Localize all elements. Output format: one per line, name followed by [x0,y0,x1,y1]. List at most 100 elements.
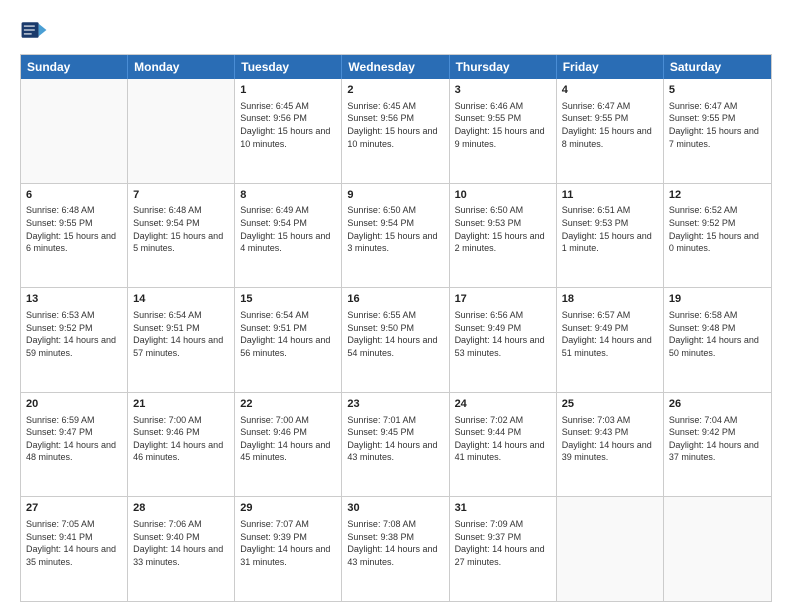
empty-cell [557,497,664,601]
day-cell-23: 23 Sunrise: 7:01 AM Sunset: 9:45 PM Dayli… [342,393,449,497]
day-info: Sunrise: 6:45 AM Sunset: 9:56 PM Dayligh… [240,100,336,150]
day-info: Sunrise: 6:50 AM Sunset: 9:53 PM Dayligh… [455,204,551,254]
day-info: Sunrise: 7:00 AM Sunset: 9:46 PM Dayligh… [240,414,336,464]
day-cell-21: 21 Sunrise: 7:00 AM Sunset: 9:46 PM Dayli… [128,393,235,497]
header-day-thursday: Thursday [450,55,557,79]
day-cell-28: 28 Sunrise: 7:06 AM Sunset: 9:40 PM Dayli… [128,497,235,601]
day-number: 26 [669,397,766,412]
day-info: Sunrise: 6:48 AM Sunset: 9:54 PM Dayligh… [133,204,229,254]
day-number: 22 [240,397,336,412]
day-number: 16 [347,292,443,307]
day-cell-1: 1 Sunrise: 6:45 AM Sunset: 9:56 PM Daylig… [235,79,342,183]
day-number: 11 [562,188,658,203]
day-number: 14 [133,292,229,307]
day-number: 27 [26,501,122,516]
day-info: Sunrise: 6:52 AM Sunset: 9:52 PM Dayligh… [669,204,766,254]
day-number: 21 [133,397,229,412]
day-cell-30: 30 Sunrise: 7:08 AM Sunset: 9:38 PM Dayli… [342,497,449,601]
day-info: Sunrise: 6:46 AM Sunset: 9:55 PM Dayligh… [455,100,551,150]
header-day-tuesday: Tuesday [235,55,342,79]
day-cell-19: 19 Sunrise: 6:58 AM Sunset: 9:48 PM Dayli… [664,288,771,392]
calendar-row-5: 27 Sunrise: 7:05 AM Sunset: 9:41 PM Dayli… [21,496,771,601]
day-cell-13: 13 Sunrise: 6:53 AM Sunset: 9:52 PM Dayli… [21,288,128,392]
day-cell-24: 24 Sunrise: 7:02 AM Sunset: 9:44 PM Dayli… [450,393,557,497]
day-info: Sunrise: 7:08 AM Sunset: 9:38 PM Dayligh… [347,518,443,568]
header-day-saturday: Saturday [664,55,771,79]
day-info: Sunrise: 6:51 AM Sunset: 9:53 PM Dayligh… [562,204,658,254]
day-number: 4 [562,83,658,98]
day-info: Sunrise: 6:59 AM Sunset: 9:47 PM Dayligh… [26,414,122,464]
day-number: 12 [669,188,766,203]
day-info: Sunrise: 7:06 AM Sunset: 9:40 PM Dayligh… [133,518,229,568]
day-info: Sunrise: 6:58 AM Sunset: 9:48 PM Dayligh… [669,309,766,359]
day-info: Sunrise: 6:57 AM Sunset: 9:49 PM Dayligh… [562,309,658,359]
day-info: Sunrise: 7:02 AM Sunset: 9:44 PM Dayligh… [455,414,551,464]
day-info: Sunrise: 6:50 AM Sunset: 9:54 PM Dayligh… [347,204,443,254]
calendar-header: SundayMondayTuesdayWednesdayThursdayFrid… [21,55,771,79]
logo-icon [20,16,48,44]
day-number: 15 [240,292,336,307]
day-number: 23 [347,397,443,412]
day-info: Sunrise: 7:04 AM Sunset: 9:42 PM Dayligh… [669,414,766,464]
day-cell-25: 25 Sunrise: 7:03 AM Sunset: 9:43 PM Dayli… [557,393,664,497]
day-number: 28 [133,501,229,516]
day-info: Sunrise: 6:56 AM Sunset: 9:49 PM Dayligh… [455,309,551,359]
day-info: Sunrise: 7:03 AM Sunset: 9:43 PM Dayligh… [562,414,658,464]
day-cell-8: 8Sunrise: 6:49 AM Sunset: 9:54 PM Daylig… [235,184,342,288]
day-number: 18 [562,292,658,307]
header-day-friday: Friday [557,55,664,79]
day-cell-4: 4 Sunrise: 6:47 AM Sunset: 9:55 PM Daylig… [557,79,664,183]
day-cell-10: 10Sunrise: 6:50 AM Sunset: 9:53 PM Dayli… [450,184,557,288]
day-number: 25 [562,397,658,412]
header-day-sunday: Sunday [21,55,128,79]
day-number: 8 [240,188,336,203]
empty-cell [128,79,235,183]
day-info: Sunrise: 6:54 AM Sunset: 9:51 PM Dayligh… [240,309,336,359]
day-cell-17: 17Sunrise: 6:56 AM Sunset: 9:49 PM Dayli… [450,288,557,392]
day-cell-5: 5 Sunrise: 6:47 AM Sunset: 9:55 PM Daylig… [664,79,771,183]
day-cell-9: 9Sunrise: 6:50 AM Sunset: 9:54 PM Daylig… [342,184,449,288]
day-info: Sunrise: 7:00 AM Sunset: 9:46 PM Dayligh… [133,414,229,464]
day-number: 10 [455,188,551,203]
day-number: 3 [455,83,551,98]
day-info: Sunrise: 6:54 AM Sunset: 9:51 PM Dayligh… [133,309,229,359]
day-cell-31: 31Sunrise: 7:09 AM Sunset: 9:37 PM Dayli… [450,497,557,601]
calendar: SundayMondayTuesdayWednesdayThursdayFrid… [20,54,772,602]
day-cell-16: 16 Sunrise: 6:55 AM Sunset: 9:50 PM Dayli… [342,288,449,392]
day-info: Sunrise: 6:47 AM Sunset: 9:55 PM Dayligh… [669,100,766,150]
day-cell-7: 7Sunrise: 6:48 AM Sunset: 9:54 PM Daylig… [128,184,235,288]
calendar-row-2: 6Sunrise: 6:48 AM Sunset: 9:55 PM Daylig… [21,183,771,288]
day-number: 2 [347,83,443,98]
day-info: Sunrise: 7:05 AM Sunset: 9:41 PM Dayligh… [26,518,122,568]
empty-cell [664,497,771,601]
page-header [20,16,772,44]
logo [20,16,52,44]
day-info: Sunrise: 7:07 AM Sunset: 9:39 PM Dayligh… [240,518,336,568]
day-cell-18: 18 Sunrise: 6:57 AM Sunset: 9:49 PM Dayli… [557,288,664,392]
day-cell-29: 29 Sunrise: 7:07 AM Sunset: 9:39 PM Dayli… [235,497,342,601]
day-info: Sunrise: 6:47 AM Sunset: 9:55 PM Dayligh… [562,100,658,150]
calendar-row-1: 1 Sunrise: 6:45 AM Sunset: 9:56 PM Daylig… [21,79,771,183]
day-cell-15: 15 Sunrise: 6:54 AM Sunset: 9:51 PM Dayli… [235,288,342,392]
day-info: Sunrise: 7:01 AM Sunset: 9:45 PM Dayligh… [347,414,443,464]
day-cell-2: 2 Sunrise: 6:45 AM Sunset: 9:56 PM Daylig… [342,79,449,183]
calendar-row-4: 20Sunrise: 6:59 AM Sunset: 9:47 PM Dayli… [21,392,771,497]
day-info: Sunrise: 6:53 AM Sunset: 9:52 PM Dayligh… [26,309,122,359]
header-day-monday: Monday [128,55,235,79]
day-info: Sunrise: 6:49 AM Sunset: 9:54 PM Dayligh… [240,204,336,254]
day-cell-14: 14 Sunrise: 6:54 AM Sunset: 9:51 PM Dayli… [128,288,235,392]
day-info: Sunrise: 6:45 AM Sunset: 9:56 PM Dayligh… [347,100,443,150]
day-number: 30 [347,501,443,516]
day-number: 19 [669,292,766,307]
calendar-row-3: 13 Sunrise: 6:53 AM Sunset: 9:52 PM Dayli… [21,287,771,392]
day-cell-27: 27 Sunrise: 7:05 AM Sunset: 9:41 PM Dayli… [21,497,128,601]
day-number: 24 [455,397,551,412]
day-info: Sunrise: 6:55 AM Sunset: 9:50 PM Dayligh… [347,309,443,359]
day-number: 1 [240,83,336,98]
day-cell-3: 3 Sunrise: 6:46 AM Sunset: 9:55 PM Daylig… [450,79,557,183]
day-cell-11: 11Sunrise: 6:51 AM Sunset: 9:53 PM Dayli… [557,184,664,288]
day-number: 5 [669,83,766,98]
day-number: 13 [26,292,122,307]
day-number: 29 [240,501,336,516]
day-number: 31 [455,501,551,516]
